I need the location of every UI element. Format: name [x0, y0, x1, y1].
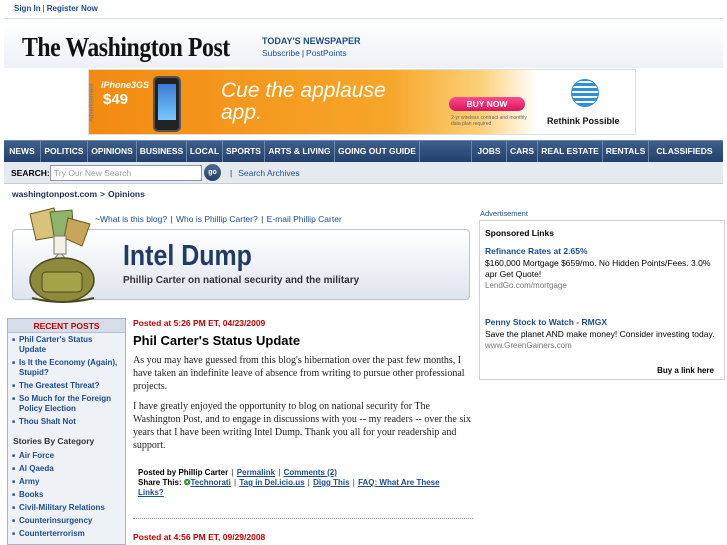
sponsored-link-desc: $160,000 Mortgage $659/mo. No Hidden Poi…	[485, 258, 711, 279]
ad-fine-print: 2-yr wireless contract and monthly data …	[451, 115, 527, 127]
nav-cars[interactable]: CARS	[507, 141, 538, 162]
post-timestamp: Posted at 4:56 PM ET, 09/29/2008	[133, 532, 266, 542]
subscribe-link[interactable]: Subscribe	[262, 48, 300, 58]
ad-headline: Cue the applause app.	[221, 79, 386, 124]
category-item[interactable]: Civil-Military Relations	[12, 503, 121, 513]
digg-link[interactable]: Digg This	[313, 478, 349, 487]
nav-sports[interactable]: SPORTS	[223, 141, 265, 162]
post-title[interactable]: Phil Carter's Status Update	[133, 333, 473, 348]
blog-post: Posted at 5:26 PM ET, 04/23/2009 Phil Ca…	[133, 318, 473, 459]
who-is-phillip-carter-link[interactable]: Who is Phillip Carter?	[176, 214, 258, 224]
sponsored-link-desc: Save the planet AND make money! Consider…	[485, 329, 715, 339]
share-label: Share This:	[138, 478, 182, 487]
category-item[interactable]: Air Force	[12, 451, 121, 461]
nav-jobs[interactable]: JOBS	[471, 141, 507, 162]
ad-price: $49	[103, 91, 129, 108]
register-link[interactable]: Register Now	[47, 4, 98, 13]
ad-vertical-label: Advertisement	[89, 83, 95, 123]
sponsored-link-url[interactable]: LendGo.com/mortgage	[485, 281, 720, 290]
comments-link[interactable]: Comments (2)	[284, 468, 337, 477]
backpack-illustration-icon	[29, 207, 95, 303]
nav-going-out-guide[interactable]: GOING OUT GUIDE	[335, 141, 420, 162]
category-item[interactable]: Books	[12, 490, 121, 500]
sign-in-link[interactable]: Sign In	[14, 4, 41, 13]
nav-business[interactable]: BUSINESS	[137, 141, 187, 162]
breadcrumb-arrow: >	[100, 189, 105, 199]
sponsored-links-box: Sponsored Links Refinance Rates at 2.65%…	[479, 220, 725, 380]
blog-title[interactable]: Intel Dump	[123, 240, 252, 273]
email-phillip-carter-link[interactable]: E-mail Phillip Carter	[267, 214, 342, 224]
sponsored-link[interactable]: Refinance Rates at 2.65% $160,000 Mortga…	[485, 246, 720, 290]
blog-subtitle: Phillip Carter on national security and …	[123, 275, 360, 286]
recent-post-item[interactable]: Is It the Economy (Again), Stupid?	[12, 358, 121, 378]
recent-posts-header: RECENT POSTS	[8, 319, 125, 333]
recent-posts-list: Phil Carter's Status Update Is It the Ec…	[8, 333, 125, 427]
buy-a-link-link[interactable]: Buy a link here	[657, 366, 714, 375]
ad-buy-now-button[interactable]: BUY NOW	[449, 97, 525, 111]
search-label: SEARCH:	[11, 168, 50, 178]
ad-model: iPhone3GS	[101, 80, 150, 90]
what-is-this-blog-link[interactable]: What is this blog?	[100, 214, 167, 224]
washington-post-logo[interactable]: The Washington Post	[22, 32, 230, 63]
post-byline-row: Posted by Phillip Carter | Permalink | C…	[138, 468, 337, 477]
nav-politics[interactable]: POLITICS	[41, 141, 88, 162]
post-divider	[133, 518, 473, 519]
post-footer: Posted by Phillip Carter | Permalink | C…	[138, 468, 458, 498]
advertisement-banner[interactable]: Advertisement iPhone3GS $49 Cue the appl…	[88, 69, 636, 135]
main-nav: NEWS POLITICS OPINIONS BUSINESS LOCAL SP…	[4, 140, 723, 162]
posted-by: Posted by Phillip Carter	[138, 468, 229, 477]
blog-info-links: ~What is this blog? | Who is Phillip Car…	[95, 214, 342, 224]
sponsored-links-header: Sponsored Links	[485, 228, 554, 238]
search-input[interactable]	[50, 165, 202, 181]
stories-by-category-header: Stories By Category	[13, 436, 95, 446]
sponsored-link[interactable]: Penny Stock to Watch - RMGX Save the pla…	[485, 317, 720, 350]
nav-arts-living[interactable]: ARTS & LIVING	[265, 141, 335, 162]
delicious-link[interactable]: Tag in Del.icio.us	[239, 478, 304, 487]
category-item[interactable]: Counterterrorism	[12, 529, 121, 539]
recent-post-item[interactable]: So Much for the Foreign Policy Election	[12, 394, 121, 414]
sponsored-link-title[interactable]: Refinance Rates at 2.65%	[485, 246, 720, 256]
search-go-button[interactable]: go	[204, 164, 221, 181]
ad-tagline: Rethink Possible	[547, 116, 620, 126]
search-bar: SEARCH: go |Search Archives	[4, 162, 723, 184]
post-body: As you may have guessed from this blog's…	[133, 354, 473, 452]
top-account-bar: Sign In | Register Now	[0, 0, 727, 18]
nav-real-estate[interactable]: REAL ESTATE	[538, 141, 603, 162]
nav-local[interactable]: LOCAL	[187, 141, 223, 162]
sponsored-link-title[interactable]: Penny Stock to Watch - RMGX	[485, 317, 720, 327]
breadcrumb: washingtonpost.com > Opinions	[12, 189, 145, 199]
att-globe-icon	[571, 79, 599, 107]
breadcrumb-section[interactable]: Opinions	[108, 189, 145, 199]
recent-post-item[interactable]: Thou Shalt Not	[12, 417, 121, 427]
advertisement-label: Advertisement	[480, 209, 528, 218]
search-archives-link[interactable]: Search Archives	[238, 168, 299, 178]
category-list: Air Force Al Qaeda Army Books Civil-Mili…	[8, 449, 125, 539]
iphone-icon	[153, 76, 181, 132]
nav-classifieds[interactable]: CLASSIFIEDS	[649, 141, 720, 162]
technorati-icon: ❂	[183, 478, 191, 487]
left-sidebar: RECENT POSTS Phil Carter's Status Update…	[7, 318, 126, 545]
category-item[interactable]: Al Qaeda	[12, 464, 121, 474]
post-timestamp: Posted at 5:26 PM ET, 04/23/2009	[133, 318, 266, 328]
permalink-link[interactable]: Permalink	[237, 468, 275, 477]
todays-newspaper-link[interactable]: TODAY'S NEWSPAPER	[262, 36, 361, 46]
category-item[interactable]: Counterinsurgency	[12, 516, 121, 526]
nav-news[interactable]: NEWS	[4, 141, 41, 162]
breadcrumb-site[interactable]: washingtonpost.com	[12, 189, 97, 199]
recent-post-item[interactable]: Phil Carter's Status Update	[12, 335, 121, 355]
nav-opinions[interactable]: OPINIONS	[88, 141, 137, 162]
category-item[interactable]: Army	[12, 477, 121, 487]
share-row: Share This: ❂Technorati | Tag in Del.ici…	[138, 478, 440, 497]
postpoints-link[interactable]: PostPoints	[306, 48, 347, 58]
sponsored-link-url[interactable]: www.GreenGainers.com	[485, 341, 720, 350]
subscribe-links: Subscribe | PostPoints	[262, 48, 347, 58]
search-archives: | Search Archives	[230, 168, 300, 178]
technorati-link[interactable]: Technorati	[191, 478, 231, 487]
masthead: The Washington Post TODAY'S NEWSPAPER Su…	[4, 18, 723, 68]
post-paragraph: I have greatly enjoyed the opportunity t…	[133, 401, 472, 451]
post-paragraph: As you may have guessed from this blog's…	[133, 355, 465, 392]
nav-rentals[interactable]: RENTALS	[603, 141, 649, 162]
recent-post-item[interactable]: The Greatest Threat?	[12, 381, 121, 391]
